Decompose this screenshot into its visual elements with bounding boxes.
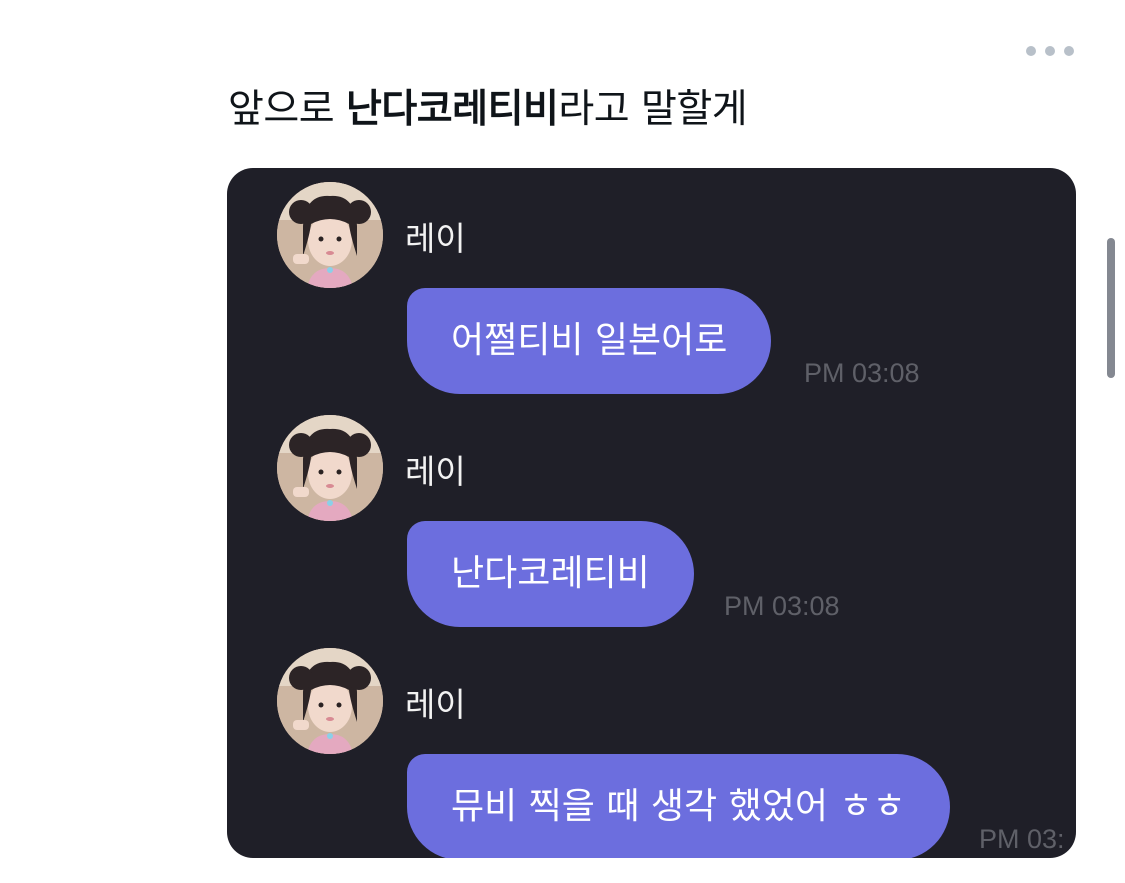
post-text-prefix: 앞으로 xyxy=(228,87,347,132)
avatar-photo-icon xyxy=(277,415,383,521)
avatar-photo-icon xyxy=(277,648,383,754)
message-bubble: 난다코레티비 xyxy=(407,521,694,627)
tweet: 앞으로 난다코레티비라고 말할게 레이 어쩔티비 일본어로 PM 03:08 레… xyxy=(0,0,1125,883)
avatar xyxy=(277,648,383,754)
more-dot-icon xyxy=(1045,46,1055,56)
more-dot-icon xyxy=(1026,46,1036,56)
avatar-photo-icon xyxy=(277,182,383,288)
sender-name: 레이 xyxy=(405,219,466,258)
message-time: PM 03:08 xyxy=(804,358,920,388)
message-time: PM 03:08 xyxy=(724,591,840,621)
avatar xyxy=(277,415,383,521)
post-text-bold: 난다코레티비 xyxy=(346,87,559,132)
attached-image[interactable]: 레이 어쩔티비 일본어로 PM 03:08 레이 난다코레티비 PM 03:08… xyxy=(227,168,1076,858)
message-time: PM 03: xyxy=(979,824,1065,854)
post-text-suffix: 라고 말할게 xyxy=(558,87,748,132)
post-text: 앞으로 난다코레티비라고 말할게 xyxy=(228,80,748,140)
avatar xyxy=(277,182,383,288)
more-dot-icon xyxy=(1064,46,1074,56)
message-bubble: 어쩔티비 일본어로 xyxy=(407,288,772,394)
more-options-button[interactable] xyxy=(1026,40,1074,62)
sender-name: 레이 xyxy=(405,685,466,724)
sender-name: 레이 xyxy=(405,452,466,491)
scrollbar-thumb[interactable] xyxy=(1107,238,1115,378)
message-bubble: 뮤비 찍을 때 생각 했었어 ㅎㅎ xyxy=(407,754,950,858)
